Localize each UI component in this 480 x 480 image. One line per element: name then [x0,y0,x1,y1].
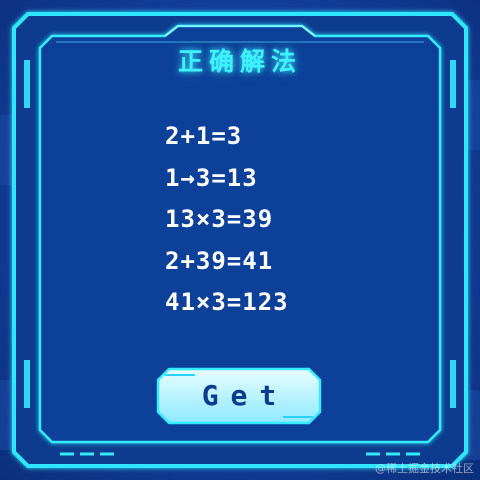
get-button[interactable]: Get [155,366,323,426]
solution-step: 41×3=123 [165,288,289,316]
solution-step: 1→3=13 [165,163,258,192]
watermark: @稀土掘金技术社区 [375,462,474,475]
solution-step: 13×3=39 [165,205,274,233]
solution-steps: 2+1=3 1→3=13 13×3=39 2+39=41 41×3=123 [165,116,289,324]
get-button-label: Get [201,379,289,412]
solution-step: 2+39=41 [165,246,274,275]
solution-step: 2+1=3 [165,122,243,150]
panel-title: 正确解法 [177,47,302,76]
